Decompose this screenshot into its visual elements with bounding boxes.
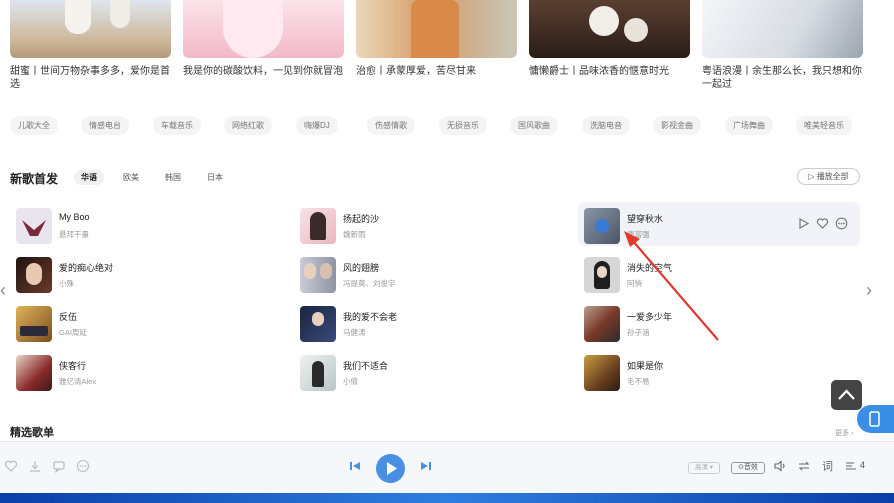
more-icon[interactable]: [76, 459, 90, 473]
heart-icon[interactable]: [4, 459, 18, 473]
taskbar: [0, 493, 894, 503]
featured-playlists-title: 精选歌单: [10, 427, 54, 439]
player-bar: 高清 ▾ ⊙音效 词 4: [0, 441, 894, 493]
svg-text:词: 词: [822, 460, 833, 473]
lyrics-icon[interactable]: 词: [821, 459, 835, 473]
repeat-icon[interactable]: [797, 459, 811, 473]
comment-icon[interactable]: [52, 459, 66, 473]
annotation-arrow: [624, 231, 719, 341]
play-button[interactable]: [376, 454, 405, 483]
quality-select[interactable]: 高清 ▾: [688, 462, 720, 474]
download-icon[interactable]: [28, 459, 42, 473]
playlist-icon[interactable]: [844, 459, 858, 473]
playlist-count: 4: [860, 460, 866, 470]
volume-icon[interactable]: [773, 459, 787, 473]
mobile-side-tab[interactable]: [857, 405, 894, 433]
next-icon[interactable]: [419, 459, 433, 473]
sound-effect-button[interactable]: ⊙音效: [731, 462, 765, 474]
previous-icon[interactable]: [348, 459, 362, 473]
more-link[interactable]: 更多 ›: [835, 428, 853, 438]
